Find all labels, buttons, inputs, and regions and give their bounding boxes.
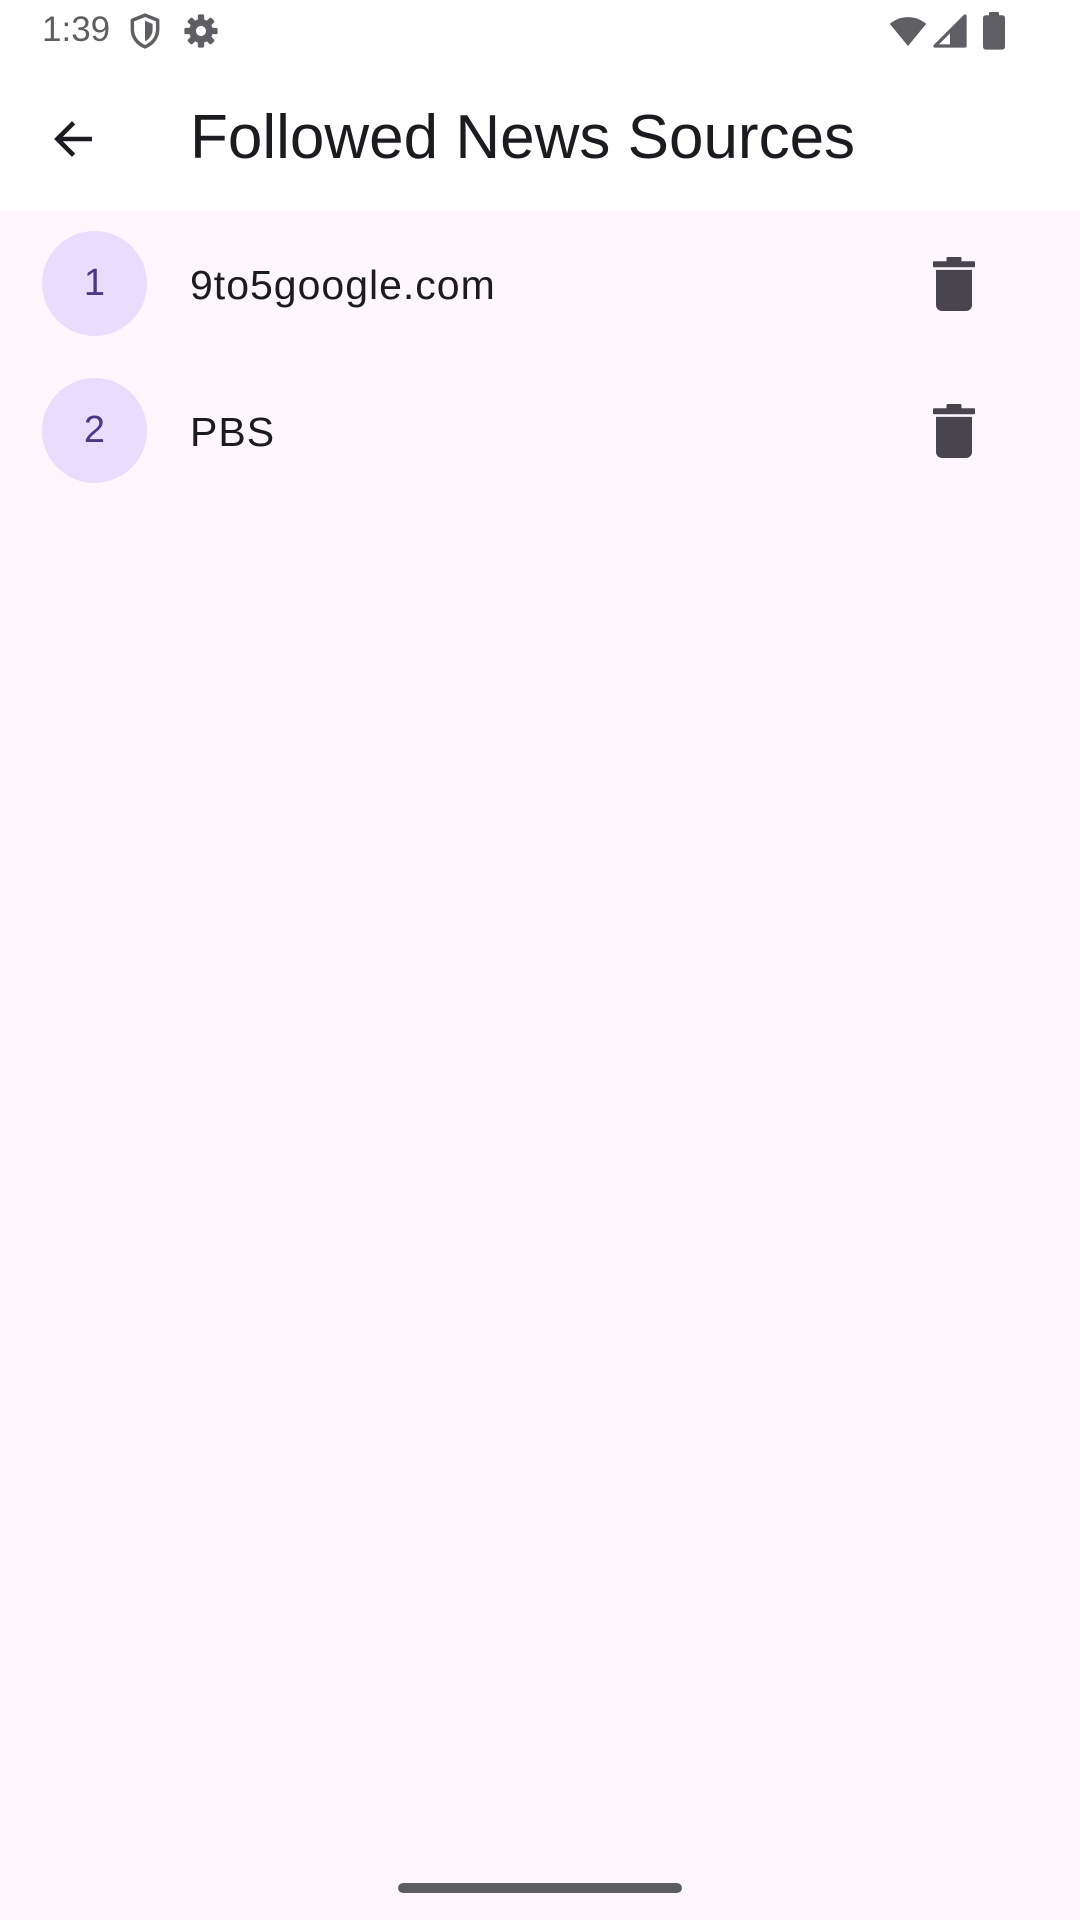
back-button[interactable] bbox=[34, 100, 112, 178]
arrow-back-icon bbox=[48, 114, 98, 164]
status-time: 1:39 bbox=[42, 10, 111, 49]
rank-badge: 1 bbox=[42, 231, 147, 336]
followed-sources-list: 1 9to5google.com 2 PBS bbox=[0, 210, 1080, 504]
delete-button[interactable] bbox=[918, 248, 990, 320]
gear-icon bbox=[182, 12, 220, 50]
source-name: PBS bbox=[190, 409, 276, 455]
page-title: Followed News Sources bbox=[190, 103, 856, 172]
source-name: 9to5google.com bbox=[190, 262, 496, 308]
delete-button[interactable] bbox=[918, 395, 990, 467]
home-indicator[interactable] bbox=[398, 1883, 682, 1893]
battery-icon bbox=[982, 12, 1006, 50]
app-bar: Followed News Sources bbox=[0, 62, 1080, 210]
trash-icon bbox=[933, 404, 975, 458]
list-item[interactable]: 2 PBS bbox=[0, 357, 1080, 504]
shield-icon bbox=[126, 12, 164, 50]
status-bar: 1:39 bbox=[0, 0, 1080, 62]
list-item[interactable]: 1 9to5google.com bbox=[0, 210, 1080, 357]
cell-signal-icon bbox=[932, 12, 968, 50]
wifi-icon bbox=[888, 12, 928, 50]
rank-badge: 2 bbox=[42, 378, 147, 483]
trash-icon bbox=[933, 257, 975, 311]
